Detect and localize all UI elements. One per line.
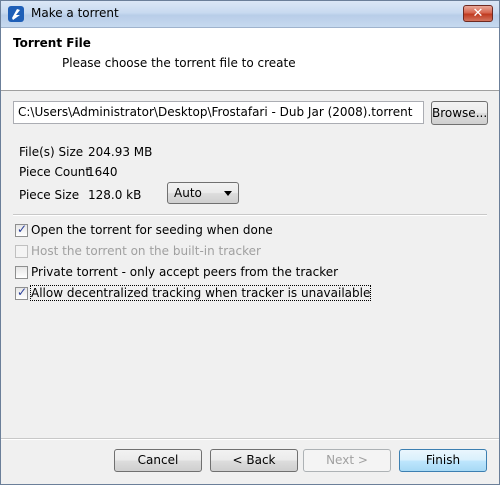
files-size-label: File(s) Size: [19, 145, 84, 159]
chevron-down-icon: [224, 191, 232, 196]
title-bar[interactable]: Make a torrent ✕: [1, 1, 499, 28]
piece-count-value: 1640: [87, 165, 118, 179]
wizard-header: Torrent File Please choose the torrent f…: [1, 28, 499, 91]
next-button: Next >: [303, 449, 391, 472]
qbittorrent-icon: [8, 6, 24, 22]
piece-count-label: Piece Count: [19, 165, 91, 179]
page-subtitle: Please choose the torrent file to create: [62, 56, 296, 70]
option-label: Allow decentralized tracking when tracke…: [29, 285, 372, 301]
checkbox-checked-icon[interactable]: [15, 222, 28, 237]
option-label: Private torrent - only accept peers from…: [31, 265, 339, 279]
torrent-path-input[interactable]: C:\Users\Administrator\Desktop\Frostafar…: [13, 101, 424, 124]
piece-size-label: Piece Size: [19, 188, 80, 202]
checkbox-icon: [15, 245, 28, 258]
piece-size-select-value: Auto: [174, 186, 202, 200]
cancel-button[interactable]: Cancel: [114, 449, 202, 472]
close-button[interactable]: ✕: [463, 5, 493, 22]
piece-size-value: 128.0 kB: [88, 188, 142, 202]
finish-button[interactable]: Finish: [399, 449, 487, 472]
files-size-value: 204.93 MB: [88, 145, 153, 159]
back-button[interactable]: < Back: [210, 449, 298, 472]
checkbox-icon[interactable]: [15, 266, 28, 279]
page-title: Torrent File: [13, 36, 91, 50]
browse-button[interactable]: Browse...: [431, 101, 488, 125]
divider: [13, 214, 487, 216]
option-label: Open the torrent for seeding when done: [31, 223, 273, 237]
option-label: Host the torrent on the built-in tracker: [31, 244, 261, 258]
make-torrent-window: Make a torrent ✕ Torrent File Please cho…: [0, 0, 500, 485]
piece-size-select[interactable]: Auto: [167, 182, 239, 204]
footer-divider: [1, 438, 499, 440]
window-title: Make a torrent: [31, 6, 119, 20]
checkbox-checked-icon[interactable]: [15, 285, 28, 300]
